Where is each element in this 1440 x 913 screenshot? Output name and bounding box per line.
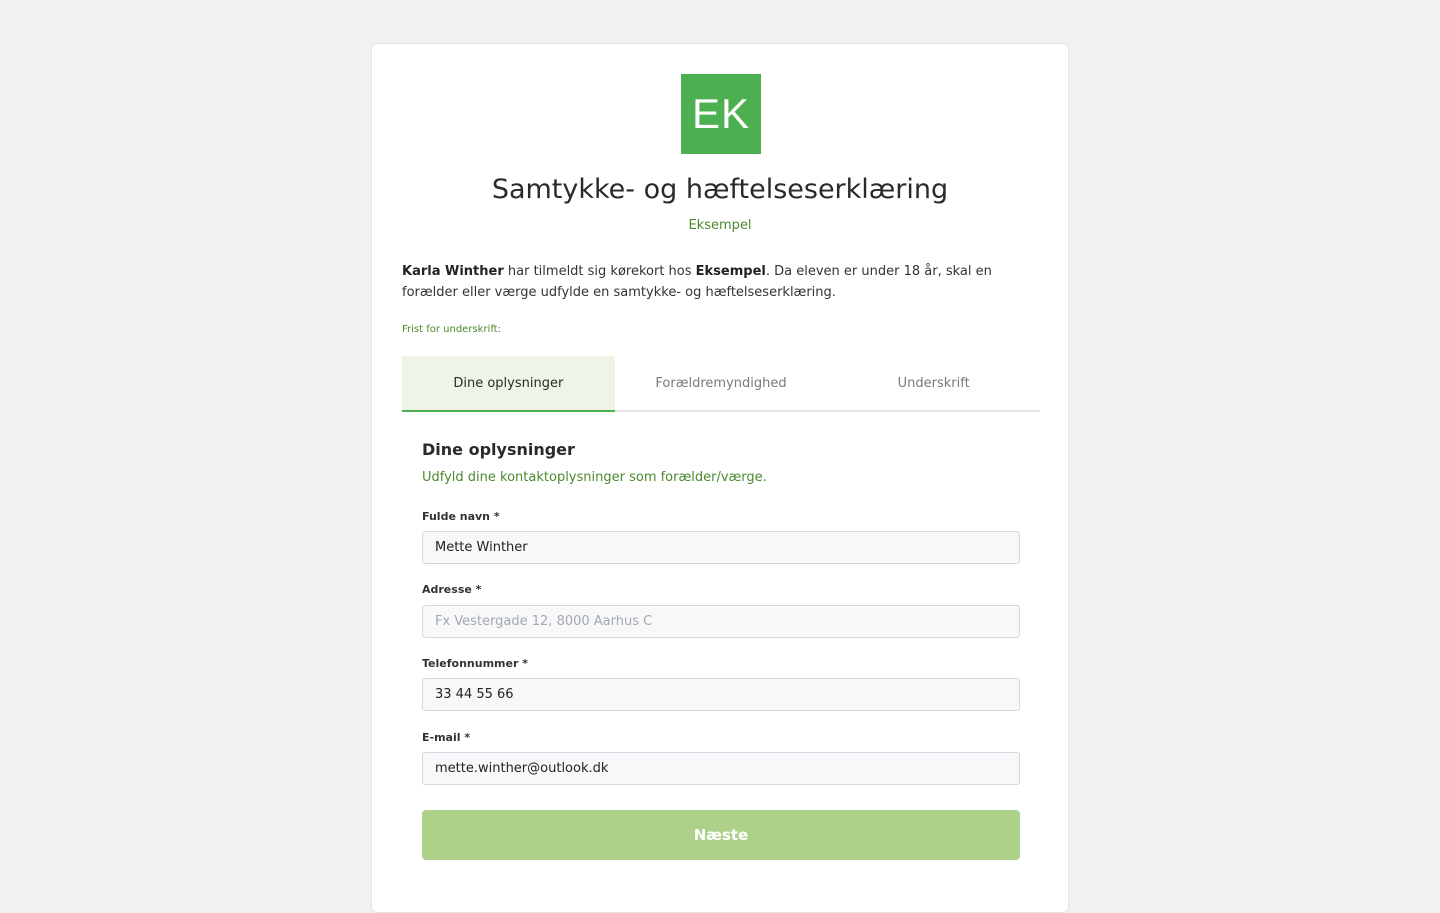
intro-text-part1: har tilmeldt sig kørekort hos <box>503 264 696 279</box>
step-tabs: Dine oplysninger Forældremyndighed Under… <box>402 356 1040 412</box>
full-name-input[interactable] <box>422 531 1020 564</box>
address-input[interactable] <box>422 605 1020 638</box>
phone-label: Telefonnummer * <box>422 657 528 670</box>
tab-underskrift[interactable]: Underskrift <box>827 356 1040 410</box>
address-label: Adresse * <box>422 583 482 596</box>
section-description: Udfyld dine kontaktoplysninger som foræl… <box>422 470 767 485</box>
signature-deadline: Frist for underskrift: <box>402 324 501 335</box>
section-title: Dine oplysninger <box>422 440 575 459</box>
phone-input[interactable] <box>422 678 1020 711</box>
intro-text: Karla Winther har tilmeldt sig kørekort … <box>402 261 1040 303</box>
tab-dine-oplysninger[interactable]: Dine oplysninger <box>402 356 615 412</box>
school-name: Eksempel <box>695 264 766 279</box>
full-name-label: Fulde navn * <box>422 510 500 523</box>
student-name: Karla Winther <box>402 264 504 279</box>
logo-text: EK <box>691 90 751 137</box>
school-logo: EK <box>681 74 761 154</box>
email-input[interactable] <box>422 752 1020 785</box>
page-title: Samtykke- og hæftelseserklæring <box>491 174 949 205</box>
consent-card: EK Samtykke- og hæftelseserklæring Eksem… <box>371 43 1069 913</box>
next-button[interactable]: Næste <box>422 810 1020 860</box>
tab-foraeldremyndighed[interactable]: Forældremyndighed <box>615 356 828 410</box>
email-label: E-mail * <box>422 731 471 744</box>
school-subtitle: Eksempel <box>688 218 752 233</box>
